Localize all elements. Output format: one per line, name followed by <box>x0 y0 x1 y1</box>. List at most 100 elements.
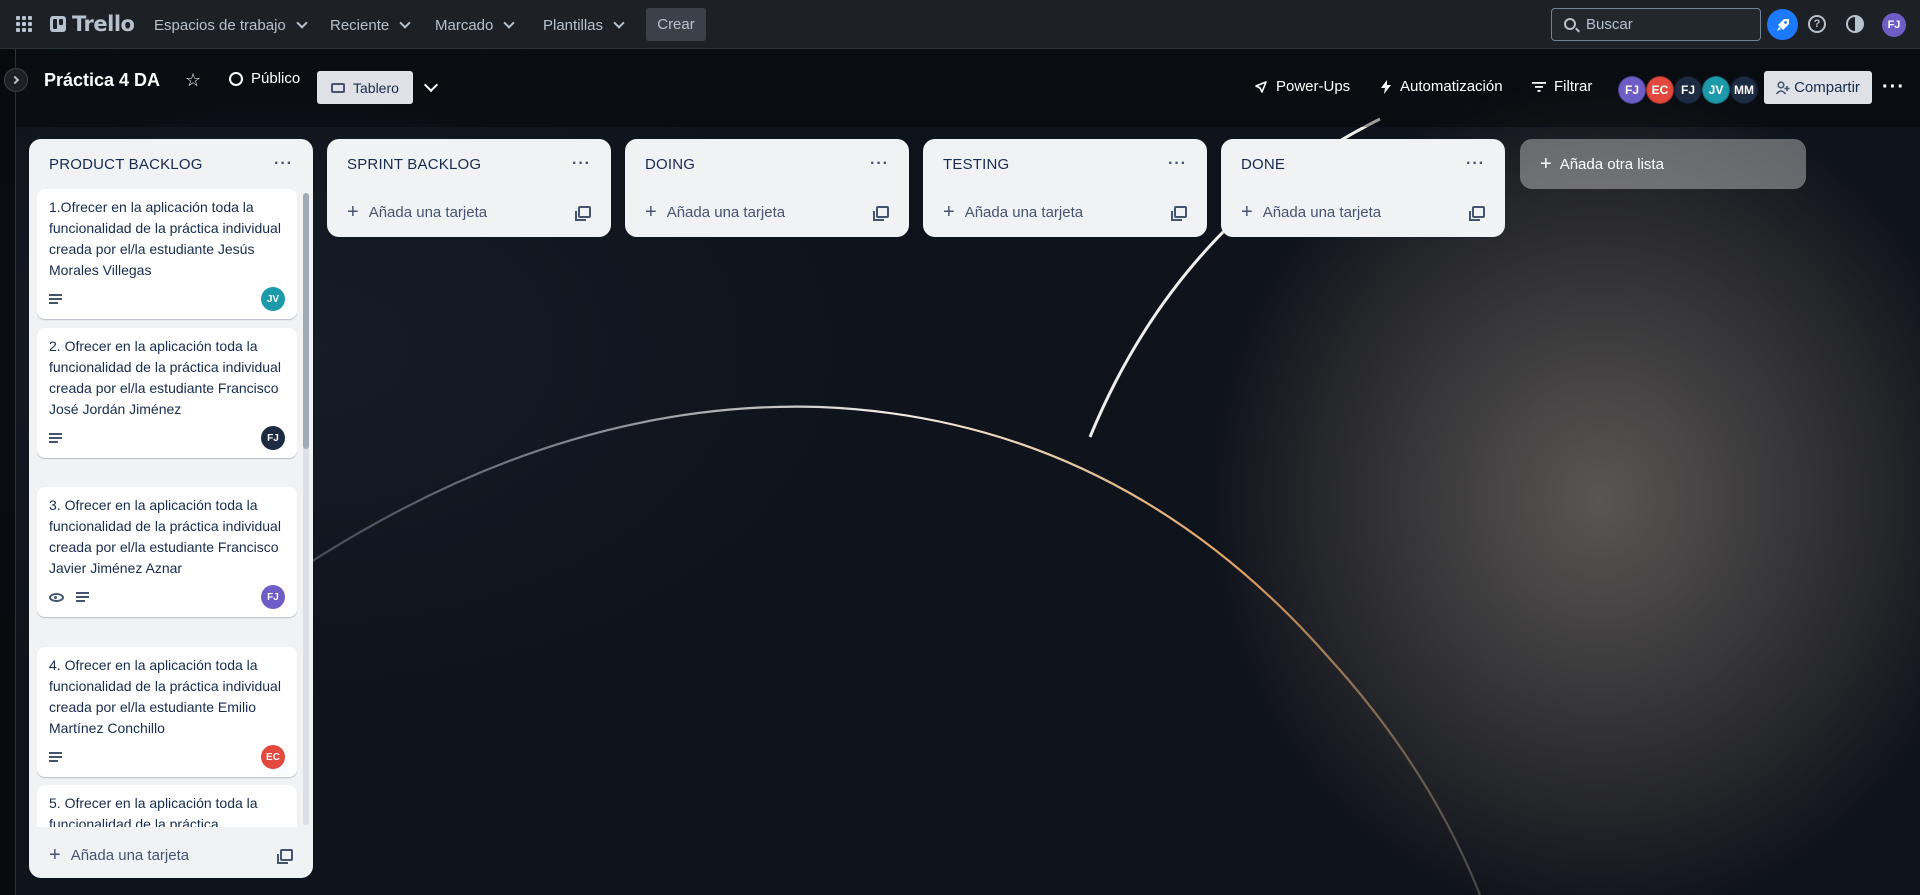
member-avatar[interactable]: JV <box>1702 76 1730 104</box>
add-card-button[interactable]: + Añada una tarjeta <box>29 832 313 878</box>
chevron-down-icon <box>296 17 308 29</box>
filter-label: Filtrar <box>1554 78 1593 95</box>
chevron-down-icon <box>399 17 411 29</box>
list-title[interactable]: PRODUCT BACKLOG <box>49 156 203 173</box>
list-title[interactable]: SPRINT BACKLOG <box>347 156 481 173</box>
share-label: Compartir <box>1794 79 1860 96</box>
description-icon <box>49 294 62 304</box>
card-member-avatar[interactable]: JV <box>261 287 285 311</box>
list-menu-ellipsis-icon[interactable]: ··· <box>572 155 591 173</box>
card[interactable]: 2. Ofrecer en la aplicación toda la func… <box>37 328 297 458</box>
card-title: 2. Ofrecer en la aplicación toda la func… <box>49 338 281 417</box>
automation-label: Automatización <box>1400 78 1503 95</box>
card-title: 3. Ofrecer en la aplicación toda la func… <box>49 497 281 576</box>
scrollbar-thumb[interactable] <box>303 193 309 449</box>
add-person-icon <box>1776 80 1790 95</box>
add-card-button[interactable]: + Añada una tarjeta <box>923 189 1207 235</box>
expand-sidebar-button[interactable] <box>4 68 28 92</box>
list-scrollbar[interactable] <box>303 193 309 825</box>
list-title[interactable]: DONE <box>1241 156 1285 173</box>
globe-icon <box>229 71 243 86</box>
add-card-button[interactable]: + Añada una tarjeta <box>1221 189 1505 235</box>
share-button[interactable]: Compartir <box>1764 71 1872 104</box>
card[interactable]: 4. Ofrecer en la aplicación toda la func… <box>37 647 297 777</box>
description-icon <box>76 592 89 602</box>
list-menu-ellipsis-icon[interactable]: ··· <box>1466 155 1485 173</box>
board-visibility-button[interactable]: Público <box>229 70 300 87</box>
list-header: DOING ··· <box>625 139 909 189</box>
list-menu-ellipsis-icon[interactable]: ··· <box>1168 155 1187 173</box>
app-switcher-icon[interactable] <box>16 16 32 32</box>
member-avatar[interactable]: FJ <box>1674 76 1702 104</box>
list-header: DONE ··· <box>1221 139 1505 189</box>
add-card-button[interactable]: + Añada una tarjeta <box>327 189 611 235</box>
nav-workspaces-label: Espacios de trabajo <box>154 16 286 34</box>
help-icon[interactable]: ? <box>1808 15 1826 33</box>
plus-icon: + <box>49 844 61 866</box>
automation-button[interactable]: Automatización <box>1380 78 1503 95</box>
watch-eye-icon <box>49 592 64 602</box>
list-title[interactable]: DOING <box>645 156 695 173</box>
member-avatar[interactable]: EC <box>1646 76 1674 104</box>
list-title[interactable]: TESTING <box>943 156 1009 173</box>
member-avatar[interactable]: MM <box>1730 76 1758 104</box>
card-member-avatar[interactable]: FJ <box>261 585 285 609</box>
trello-logo-icon <box>50 16 66 32</box>
filter-button[interactable]: Filtrar <box>1532 78 1592 95</box>
trello-logo[interactable]: Trello <box>50 12 135 36</box>
list-header: PRODUCT BACKLOG ··· <box>29 139 313 189</box>
rocket-outline-icon <box>1255 80 1267 93</box>
add-list-button[interactable]: + Añada otra lista <box>1520 139 1806 189</box>
list-header: SPRINT BACKLOG ··· <box>327 139 611 189</box>
list-testing: TESTING ··· + Añada una tarjeta <box>923 139 1207 237</box>
card-template-icon[interactable] <box>575 206 591 221</box>
list-menu-ellipsis-icon[interactable]: ··· <box>274 155 293 173</box>
plus-icon: + <box>1540 153 1552 175</box>
account-avatar[interactable]: FJ <box>1882 13 1906 37</box>
card[interactable]: 5. Ofrecer en la aplicación toda la func… <box>37 785 297 827</box>
card-template-icon[interactable] <box>1171 206 1187 221</box>
card-title: 1.Ofrecer en la aplicación toda la funci… <box>49 199 281 278</box>
list-menu-ellipsis-icon[interactable]: ··· <box>870 155 889 173</box>
search-icon <box>1564 18 1576 30</box>
card-member-avatar[interactable]: FJ <box>261 426 285 450</box>
board-members: FJ EC FJ JV MM <box>1618 76 1758 104</box>
board-menu-ellipsis-icon[interactable]: ··· <box>1882 76 1905 99</box>
star-icon[interactable]: ☆ <box>185 70 201 91</box>
card-member-avatar[interactable]: EC <box>261 745 285 769</box>
card[interactable]: 3. Ofrecer en la aplicación toda la func… <box>37 487 297 617</box>
logo-text: Trello <box>72 12 135 36</box>
plus-icon: + <box>1241 201 1253 223</box>
chevron-right-icon <box>10 75 19 85</box>
card-badges: FJ <box>49 585 285 609</box>
create-button[interactable]: Crear <box>646 8 706 41</box>
search-input[interactable]: Buscar <box>1551 8 1761 41</box>
card[interactable]: 1.Ofrecer en la aplicación toda la funci… <box>37 189 297 319</box>
nav-workspaces-menu[interactable]: Espacios de trabajo <box>154 9 308 41</box>
board-title[interactable]: Práctica 4 DA <box>44 70 160 91</box>
notifications-rocket-button[interactable] <box>1767 9 1798 40</box>
powerups-label: Power-Ups <box>1276 78 1351 95</box>
list-doing: DOING ··· + Añada una tarjeta <box>625 139 909 237</box>
rocket-icon <box>1776 18 1789 31</box>
member-avatar[interactable]: FJ <box>1618 76 1646 104</box>
nav-recent-menu[interactable]: Reciente <box>330 9 411 41</box>
card-template-icon[interactable] <box>277 849 293 864</box>
theme-toggle-icon[interactable] <box>1846 15 1864 33</box>
chevron-down-icon <box>613 17 625 29</box>
chevron-down-icon <box>503 17 516 29</box>
add-card-button[interactable]: + Añada una tarjeta <box>625 189 909 235</box>
lightning-icon <box>1381 79 1391 94</box>
card-template-icon[interactable] <box>873 206 889 221</box>
list-done: DONE ··· + Añada una tarjeta <box>1221 139 1505 237</box>
top-header: Trello Espacios de trabajo Reciente Marc… <box>0 0 1920 49</box>
list-product-backlog: PRODUCT BACKLOG ··· 1.Ofrecer en la apli… <box>29 139 313 878</box>
nav-recent-label: Reciente <box>330 16 390 34</box>
board-view-button[interactable]: Tablero <box>317 71 413 104</box>
nav-templates-menu[interactable]: Plantillas <box>543 9 625 41</box>
nav-starred-menu[interactable]: Marcado <box>435 9 516 41</box>
filter-icon <box>1532 81 1546 92</box>
powerups-button[interactable]: Power-Ups <box>1254 78 1350 95</box>
plus-icon: + <box>645 201 657 223</box>
card-template-icon[interactable] <box>1469 206 1485 221</box>
